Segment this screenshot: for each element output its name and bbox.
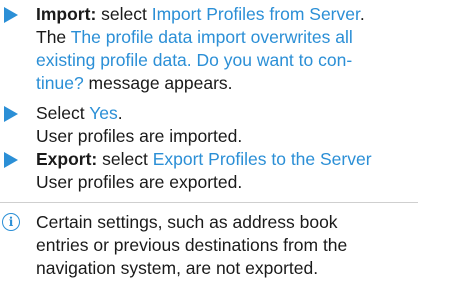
info-icon: i	[2, 213, 20, 231]
step-import: Import: select Import Profiles from Serv…	[0, 3, 459, 95]
step-export-verb: select	[97, 149, 153, 169]
step-export-line-1: Export: select Export Profiles to the Se…	[36, 148, 459, 171]
arrow-right-icon	[4, 7, 18, 23]
info-note: i Certain settings, such as address book…	[0, 211, 459, 280]
step-import-label: Import:	[36, 4, 97, 24]
step-select-yes: Select Yes. User profiles are imported.	[0, 102, 459, 148]
step-import-suffix: message appears.	[83, 73, 233, 93]
step-import-line-1: Import: select Import Profiles from Serv…	[36, 3, 459, 26]
step-yes-result: User profiles are imported.	[36, 126, 243, 146]
overwrite-message-part-2: existing profile data. Do you want to co…	[36, 50, 353, 70]
arrow-right-icon	[4, 106, 18, 122]
export-profiles-option: Export Profiles to the Server	[152, 149, 372, 169]
note-line-1: Certain settings, such as address book	[36, 212, 338, 232]
import-profiles-option: Import Profiles from Server	[151, 4, 360, 24]
arrow-right-icon	[4, 152, 18, 168]
step-import-message-prefix: The	[36, 27, 71, 47]
step-yes-period: .	[117, 103, 123, 123]
step-export: Export: select Export Profiles to the Se…	[0, 148, 459, 194]
step-export-result: User profiles are exported.	[36, 172, 243, 192]
step-yes-line-1: Select Yes.	[36, 102, 459, 125]
step-export-label: Export:	[36, 149, 98, 169]
step-yes-verb: Select	[36, 103, 90, 123]
note-line-2: entries or previous destinations from th…	[36, 235, 348, 255]
divider	[0, 202, 418, 203]
note-line-3: navigation system, are not exported.	[36, 258, 319, 278]
overwrite-message-part-3: tinue?	[36, 73, 84, 93]
step-import-line-4: tinue? message appears.	[36, 72, 459, 95]
overwrite-message-part-1: The profile data import overwrites all	[70, 27, 353, 47]
yes-option: Yes	[89, 103, 118, 123]
instruction-document: Import: select Import Profiles from Serv…	[0, 0, 459, 280]
step-import-period: .	[359, 4, 365, 24]
step-import-line-2: The The profile data import overwrites a…	[36, 26, 459, 49]
step-import-verb: select	[96, 4, 152, 24]
